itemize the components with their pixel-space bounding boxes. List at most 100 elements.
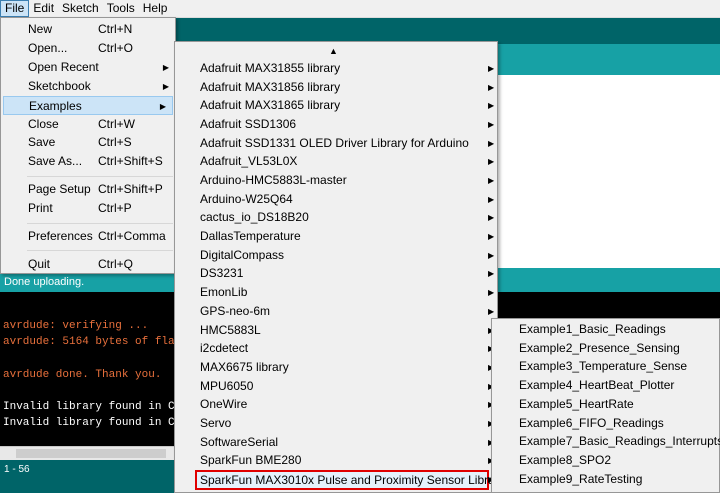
file-menu-item-print[interactable]: Print Ctrl+P [1,199,175,218]
library-example-item[interactable]: Example2_Presence_Sensing [492,339,719,358]
menu-edit[interactable]: Edit [29,0,58,17]
examples-item-label: MAX6675 library [200,359,289,374]
examples-item[interactable]: Adafruit SSD1306 [175,115,497,134]
examples-item[interactable]: Adafruit SSD1331 OLED Driver Library for… [175,134,497,153]
file-menu-item-save[interactable]: Save Ctrl+S [1,133,175,152]
status-message: Done uploading. [4,276,85,288]
examples-item[interactable]: GPS-neo-6m [175,302,497,321]
examples-item[interactable]: OneWire [175,395,497,414]
submenu-arrow-icon: ▶ [488,176,495,186]
examples-item[interactable]: Adafruit_VL53L0X [175,152,497,171]
menu-separator [27,176,173,177]
library-example-item[interactable]: Example7_Basic_Readings_Interrupts [492,432,720,451]
scrollbar-thumb[interactable] [16,449,166,458]
library-example-label: Example7_Basic_Readings_Interrupts [519,434,720,449]
examples-item[interactable]: Arduino-W25Q64 [175,190,497,209]
examples-submenu: ▲ Adafruit MAX31855 library ▶ Adafruit MAX… [174,41,505,493]
examples-item[interactable]: MAX6675 library [175,358,497,377]
menu-item-label: Examples [29,99,82,113]
menu-item-label: Close [28,117,59,131]
submenu-arrow-icon: ▶ [162,63,169,72]
file-menu-item-save-as[interactable]: Save As... Ctrl+Shift+S [1,152,175,171]
library-example-item[interactable]: Example4_HeartBeat_Plotter [492,376,719,395]
examples-item[interactable]: DallasTemperature [175,227,497,246]
submenu-arrow-icon: ▶ [488,250,495,260]
examples-item-label: Adafruit_VL53L0X [200,154,298,169]
examples-item[interactable]: Servo [175,414,497,433]
examples-item-label: Servo [200,415,232,430]
menu-item-label: Sketchbook [28,79,91,93]
library-example-item[interactable]: Example3_Temperature_Sense [492,357,719,376]
line-number-indicator: 1 - 56 [4,464,30,475]
examples-item-label: DigitalCompass [200,247,285,262]
examples-item-label: Adafruit MAX31855 library [200,61,341,75]
file-menu-item-open[interactable]: Open... Ctrl+O [1,39,175,58]
submenu-arrow-icon: ▶ [488,101,495,111]
scroll-up-arrow-icon[interactable]: ▲ [329,46,338,56]
menu-file[interactable]: File [0,0,30,17]
examples-item[interactable]: EmonLib [175,283,497,302]
file-menu-item-open-recent[interactable]: Open Recent ▶ [1,58,175,77]
examples-item-label: Adafruit SSD1306 [200,117,297,132]
library-example-item[interactable]: Example1_Basic_Readings [492,320,719,339]
examples-item-label: DS3231 [200,266,244,281]
examples-item-label: GPS-neo-6m [200,303,271,318]
menu-item-label: Open... [28,41,68,55]
menu-help[interactable]: Help [139,0,172,17]
submenu-arrow-icon: ▶ [488,157,495,167]
examples-item[interactable]: SparkFun BME280 [175,451,497,470]
examples-item-label: Adafruit SSD1331 OLED Driver Library for… [200,135,469,150]
examples-item[interactable]: DS3231 [175,264,497,283]
examples-item-label: OneWire [200,397,248,412]
examples-item[interactable]: SparkFun MAX3010x Pulse and Proximity Se… [195,469,505,490]
file-menu-item-new[interactable]: New Ctrl+N [1,20,175,39]
file-menu-item-quit[interactable]: Quit Ctrl+Q [1,255,175,274]
examples-item[interactable]: Adafruit MAX31856 library [175,78,497,97]
menu-item-shortcut: Ctrl+W [98,117,135,131]
examples-item[interactable]: MPU6050 [175,377,497,396]
examples-item-label: Adafruit MAX31865 library [200,98,341,113]
menu-tools[interactable]: Tools [103,0,139,17]
examples-item[interactable]: Arduino-HMC5883L-master [175,171,497,190]
examples-item-label: Adafruit MAX31856 library [200,79,341,94]
library-example-item[interactable]: Example5_HeartRate [492,395,719,414]
examples-item[interactable]: SoftwareSerial [175,433,497,452]
menu-item-label: Save [28,135,56,149]
menu-item-shortcut: Ctrl+Shift+P [98,182,163,196]
examples-item[interactable]: cactus_io_DS18B20 [175,208,497,227]
console-line: avrdude done. Thank you. [3,369,162,381]
submenu-arrow-icon: ▶ [488,213,495,223]
library-example-item[interactable]: Example6_FIFO_Readings [492,414,719,433]
file-menu-item-close[interactable]: Close Ctrl+W [1,115,175,134]
menu-item-shortcut: Ctrl+N [98,22,133,36]
examples-item-label: SoftwareSerial [200,434,279,449]
menu-item-label: Page Setup [28,182,91,196]
menu-item-shortcut: Ctrl+O [98,41,134,55]
menu-sketch[interactable]: Sketch [58,0,103,17]
console-horizontal-scrollbar[interactable] [0,446,176,461]
examples-item[interactable]: Adafruit MAX31855 library [175,59,497,78]
examples-item[interactable]: HMC5883L [175,321,497,340]
submenu-arrow-icon: ▶ [488,120,495,130]
file-menu-item-page-setup[interactable]: Page Setup Ctrl+Shift+P [1,180,175,199]
file-menu-item-sketchbook[interactable]: Sketchbook ▶ [1,77,175,96]
examples-item[interactable]: DigitalCompass [175,246,497,265]
library-example-item[interactable]: Example8_SPO2 [492,451,719,470]
examples-item-label: Arduino-HMC5883L-master [200,173,347,188]
library-example-label: Example6_FIFO_Readings [519,415,664,430]
menu-item-label: Preferences [28,229,93,243]
file-menu-item-examples[interactable]: Examples ▶ [3,96,173,115]
menu-item-label: Print [28,201,53,215]
menu-item-label: Open Recent [28,60,99,74]
library-example-item[interactable]: Example9_RateTesting [492,470,719,489]
examples-item[interactable]: i2cdetect [175,339,497,358]
submenu-arrow-icon: ▶ [159,102,166,111]
examples-item-label: SparkFun MAX3010x Pulse and Proximity Se… [200,472,505,487]
examples-item-label: HMC5883L [200,322,261,337]
examples-item-label: MPU6050 [200,378,254,393]
examples-item-label: Arduino-W25Q64 [200,191,293,206]
file-menu-item-preferences[interactable]: Preferences Ctrl+Comma [1,227,175,246]
menu-item-shortcut: Ctrl+S [98,135,132,149]
menu-item-shortcut: Ctrl+P [98,201,132,215]
examples-item[interactable]: Adafruit MAX31865 library [175,96,497,115]
